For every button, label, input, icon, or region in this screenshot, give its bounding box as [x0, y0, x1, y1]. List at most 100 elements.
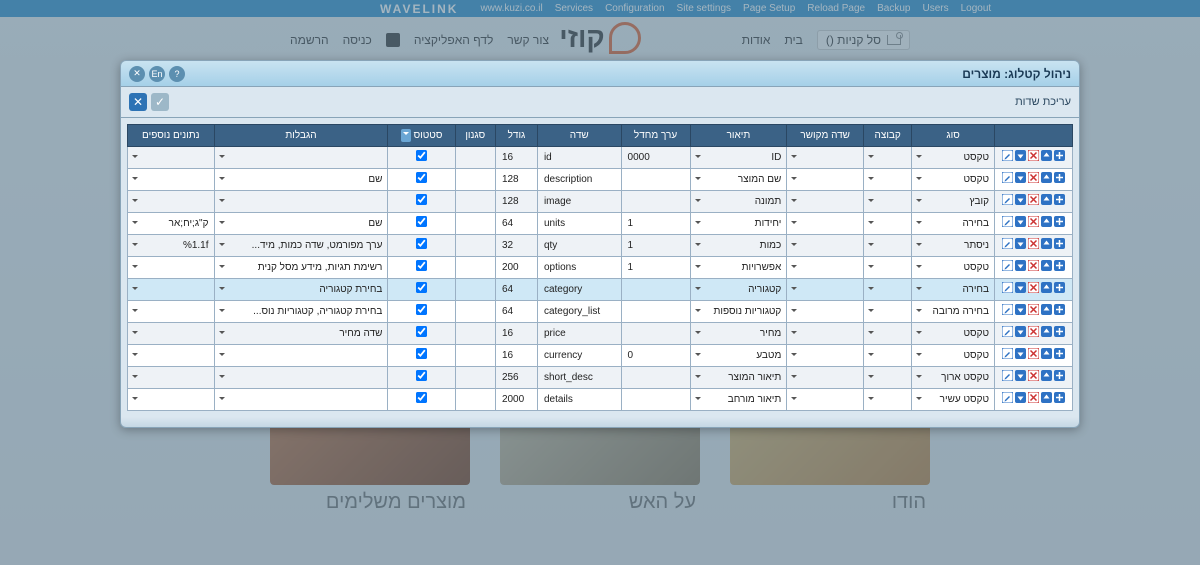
edit-icon[interactable]	[1002, 326, 1013, 337]
edit-icon[interactable]	[1002, 260, 1013, 271]
cell-style[interactable]	[455, 345, 495, 367]
col-style[interactable]: סגנון	[455, 125, 495, 147]
cell-size[interactable]: 16	[495, 323, 537, 345]
add-icon[interactable]	[1054, 260, 1065, 271]
cell-size[interactable]: 128	[495, 191, 537, 213]
cell-default[interactable]: 1	[621, 257, 690, 279]
cell-size[interactable]: 256	[495, 367, 537, 389]
add-icon[interactable]	[1054, 172, 1065, 183]
cell-style[interactable]	[455, 367, 495, 389]
cell-style[interactable]	[455, 191, 495, 213]
status-checkbox[interactable]	[416, 392, 427, 403]
cell-limits[interactable]	[214, 191, 388, 213]
delete-icon[interactable]	[1028, 216, 1039, 227]
cell-status[interactable]	[388, 169, 455, 191]
cell-linked[interactable]	[787, 235, 864, 257]
add-icon[interactable]	[1054, 282, 1065, 293]
cell-status[interactable]	[388, 323, 455, 345]
cell-limits[interactable]: רשימת תגיות, מידע מסל קנית	[214, 257, 388, 279]
cell-linked[interactable]	[787, 279, 864, 301]
cell-field[interactable]: qty	[537, 235, 621, 257]
status-checkbox[interactable]	[416, 326, 427, 337]
edit-icon[interactable]	[1002, 370, 1013, 381]
add-icon[interactable]	[1054, 392, 1065, 403]
move-up-icon[interactable]	[1041, 150, 1052, 161]
cell-extra[interactable]	[128, 279, 215, 301]
cell-group[interactable]	[864, 235, 912, 257]
cell-field[interactable]: category	[537, 279, 621, 301]
move-up-icon[interactable]	[1041, 348, 1052, 359]
cell-field[interactable]: price	[537, 323, 621, 345]
move-down-icon[interactable]	[1015, 216, 1026, 227]
col-extra[interactable]: נתונים נוספים	[128, 125, 215, 147]
move-up-icon[interactable]	[1041, 260, 1052, 271]
cell-desc[interactable]: תיאור מורחב	[690, 389, 787, 411]
move-down-icon[interactable]	[1015, 392, 1026, 403]
col-status[interactable]: סטטוס	[388, 125, 455, 147]
cell-linked[interactable]	[787, 389, 864, 411]
cell-status[interactable]	[388, 213, 455, 235]
move-up-icon[interactable]	[1041, 238, 1052, 249]
cell-size[interactable]: 64	[495, 213, 537, 235]
cell-status[interactable]	[388, 191, 455, 213]
move-down-icon[interactable]	[1015, 194, 1026, 205]
cell-group[interactable]	[864, 169, 912, 191]
edit-icon[interactable]	[1002, 304, 1013, 315]
status-checkbox[interactable]	[416, 216, 427, 227]
cancel-button[interactable]: ✕	[129, 93, 147, 111]
status-checkbox[interactable]	[416, 150, 427, 161]
cell-field[interactable]: image	[537, 191, 621, 213]
help-icon[interactable]: ?	[169, 66, 185, 82]
edit-icon[interactable]	[1002, 238, 1013, 249]
cell-size[interactable]: 64	[495, 279, 537, 301]
add-icon[interactable]	[1054, 370, 1065, 381]
cell-type[interactable]: בחירה	[912, 279, 995, 301]
add-icon[interactable]	[1054, 216, 1065, 227]
delete-icon[interactable]	[1028, 326, 1039, 337]
cell-extra[interactable]	[128, 345, 215, 367]
cell-status[interactable]	[388, 345, 455, 367]
cell-desc[interactable]: אפשרויות	[690, 257, 787, 279]
cell-type[interactable]: ניסתר	[912, 235, 995, 257]
edit-icon[interactable]	[1002, 194, 1013, 205]
move-up-icon[interactable]	[1041, 282, 1052, 293]
delete-icon[interactable]	[1028, 260, 1039, 271]
cell-group[interactable]	[864, 191, 912, 213]
cell-group[interactable]	[864, 345, 912, 367]
move-up-icon[interactable]	[1041, 304, 1052, 315]
add-icon[interactable]	[1054, 348, 1065, 359]
cell-desc[interactable]: קטגוריות נוספות	[690, 301, 787, 323]
cell-size[interactable]: 2000	[495, 389, 537, 411]
cell-group[interactable]	[864, 257, 912, 279]
cell-style[interactable]	[455, 389, 495, 411]
cell-status[interactable]	[388, 257, 455, 279]
delete-icon[interactable]	[1028, 194, 1039, 205]
cell-style[interactable]	[455, 235, 495, 257]
cell-linked[interactable]	[787, 169, 864, 191]
cell-limits[interactable]	[214, 389, 388, 411]
cell-limits[interactable]: שם	[214, 169, 388, 191]
cell-limits[interactable]: שם	[214, 213, 388, 235]
cell-extra[interactable]	[128, 301, 215, 323]
move-down-icon[interactable]	[1015, 348, 1026, 359]
add-icon[interactable]	[1054, 194, 1065, 205]
cell-extra[interactable]	[128, 367, 215, 389]
lang-icon[interactable]: En	[149, 66, 165, 82]
col-desc[interactable]: תיאור	[690, 125, 787, 147]
cell-field[interactable]: units	[537, 213, 621, 235]
status-checkbox[interactable]	[416, 260, 427, 271]
cell-default[interactable]: 0	[621, 345, 690, 367]
col-field[interactable]: שדה	[537, 125, 621, 147]
cell-size[interactable]: 16	[495, 147, 537, 169]
cell-style[interactable]	[455, 279, 495, 301]
cell-type[interactable]: קובץ	[912, 191, 995, 213]
cell-linked[interactable]	[787, 191, 864, 213]
delete-icon[interactable]	[1028, 150, 1039, 161]
cell-default[interactable]	[621, 367, 690, 389]
col-group[interactable]: קבוצה	[864, 125, 912, 147]
cell-limits[interactable]	[214, 367, 388, 389]
cell-extra[interactable]	[128, 257, 215, 279]
cell-group[interactable]	[864, 389, 912, 411]
cell-limits[interactable]: שדה מחיר	[214, 323, 388, 345]
edit-icon[interactable]	[1002, 172, 1013, 183]
